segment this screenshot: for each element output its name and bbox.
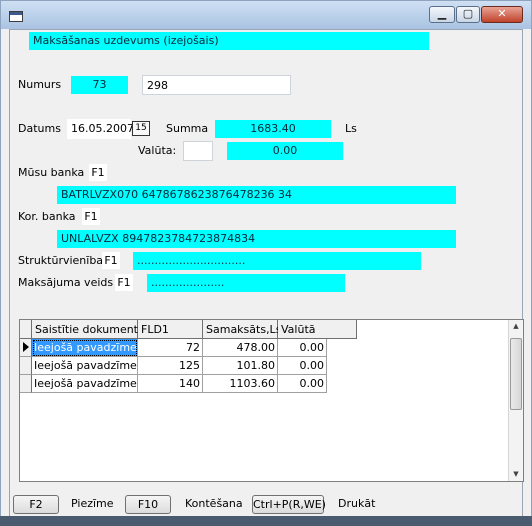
summa-field[interactable]: 1683.40	[215, 120, 331, 138]
form-header: Maksāšanas uzdevums (izejošais)	[29, 32, 429, 50]
scroll-up-icon[interactable]: ▲	[511, 322, 521, 330]
vertical-scrollbar[interactable]: ▲ ▼	[508, 320, 523, 481]
valuta-value-field[interactable]: 0.00	[227, 142, 343, 160]
kor-banka-label: Kor. banka	[18, 210, 76, 223]
kor-banka-field[interactable]: UNLALVZX 8947823784723874834	[57, 230, 456, 248]
column-header[interactable]: FLD1	[138, 320, 203, 339]
numurs-extra-field[interactable]: 298	[142, 75, 291, 95]
column-header[interactable]: Samaksāts,Ls	[203, 320, 281, 339]
row-selector[interactable]	[20, 339, 32, 357]
datums-label: Datums	[18, 122, 61, 135]
row-selector[interactable]	[20, 357, 32, 375]
title-bar[interactable]: ▁ ▢ ✕	[1, 1, 531, 29]
f10-button[interactable]: F10	[125, 495, 171, 514]
maksajuma-veids-field[interactable]: .....................	[147, 274, 345, 292]
kor-banka-lookup[interactable]: F1	[82, 208, 100, 225]
column-header[interactable]: Valūtā	[278, 320, 357, 339]
linked-documents-grid[interactable]: Saistītie dokumenti FLD1 Samaksāts,Ls Va…	[19, 319, 524, 482]
grid-cell[interactable]: 1103.60	[203, 375, 278, 393]
grid-cell[interactable]: 478.00	[203, 339, 278, 357]
grid-cell[interactable]: 0.00	[278, 375, 327, 393]
musu-banka-field[interactable]: BATRLVZX070 6478678623876478236 34	[57, 186, 456, 204]
grid-cell[interactable]: Ieejošā pavadzīme	[32, 339, 138, 357]
close-button[interactable]: ✕	[481, 6, 523, 23]
f2-button[interactable]: F2	[13, 495, 59, 514]
strukturvieniba-lookup[interactable]: F1	[102, 252, 120, 269]
current-row-icon	[23, 342, 29, 352]
f10-label: Kontēšana	[185, 497, 243, 510]
grid-cell[interactable]: 140	[138, 375, 203, 393]
grid-cell[interactable]: 0.00	[278, 357, 327, 375]
calendar-icon: 15	[135, 123, 147, 133]
datums-field[interactable]: 16.05.2007	[67, 119, 134, 139]
numurs-label: Numurs	[18, 78, 62, 91]
grid-cell[interactable]: 72	[138, 339, 203, 357]
maksajuma-veids-label: Maksājuma veids	[18, 276, 114, 289]
calendar-button[interactable]: 15	[132, 121, 150, 136]
app-window: ▁ ▢ ✕ Maksāšanas uzdevums (izejošais) Nu…	[0, 0, 532, 526]
maximize-button[interactable]: ▢	[456, 6, 480, 23]
maximize-icon: ▢	[462, 7, 474, 20]
grid-cell[interactable]: Ieejošā pavadzīme	[32, 357, 138, 375]
grid-corner	[20, 320, 32, 339]
f2-label: Piezīme	[71, 497, 114, 510]
print-button[interactable]: Ctrl+P(R,WE)	[252, 495, 326, 514]
musu-banka-lookup[interactable]: F1	[89, 164, 107, 181]
valuta-code-field[interactable]	[183, 141, 213, 161]
numurs-field[interactable]: 73	[71, 76, 128, 94]
summa-currency: Ls	[345, 122, 357, 135]
close-icon: ✕	[497, 7, 507, 20]
scroll-thumb[interactable]	[510, 338, 522, 410]
valuta-label: Valūta:	[138, 144, 177, 157]
minimize-button[interactable]: ▁	[429, 6, 455, 23]
scroll-down-icon[interactable]: ▼	[511, 470, 521, 478]
grid-cell[interactable]: 0.00	[278, 339, 327, 357]
background-strip	[0, 516, 532, 526]
column-header[interactable]: Saistītie dokumenti	[32, 320, 141, 339]
print-label: Drukāt	[338, 497, 376, 510]
minimize-icon: ▁	[437, 7, 447, 20]
grid-cell[interactable]: 101.80	[203, 357, 278, 375]
strukturvieniba-label: Struktūrvienība	[18, 254, 104, 267]
maksajuma-veids-lookup[interactable]: F1	[115, 274, 133, 291]
app-icon[interactable]	[9, 11, 23, 22]
grid-cell[interactable]: Ieejošā pavadzīme	[32, 375, 138, 393]
grid-cell[interactable]: 125	[138, 357, 203, 375]
strukturvieniba-field[interactable]: ...............................	[133, 252, 421, 270]
row-selector[interactable]	[20, 375, 32, 393]
musu-banka-label: Mūsu banka	[18, 166, 85, 179]
summa-label: Summa	[166, 122, 209, 135]
